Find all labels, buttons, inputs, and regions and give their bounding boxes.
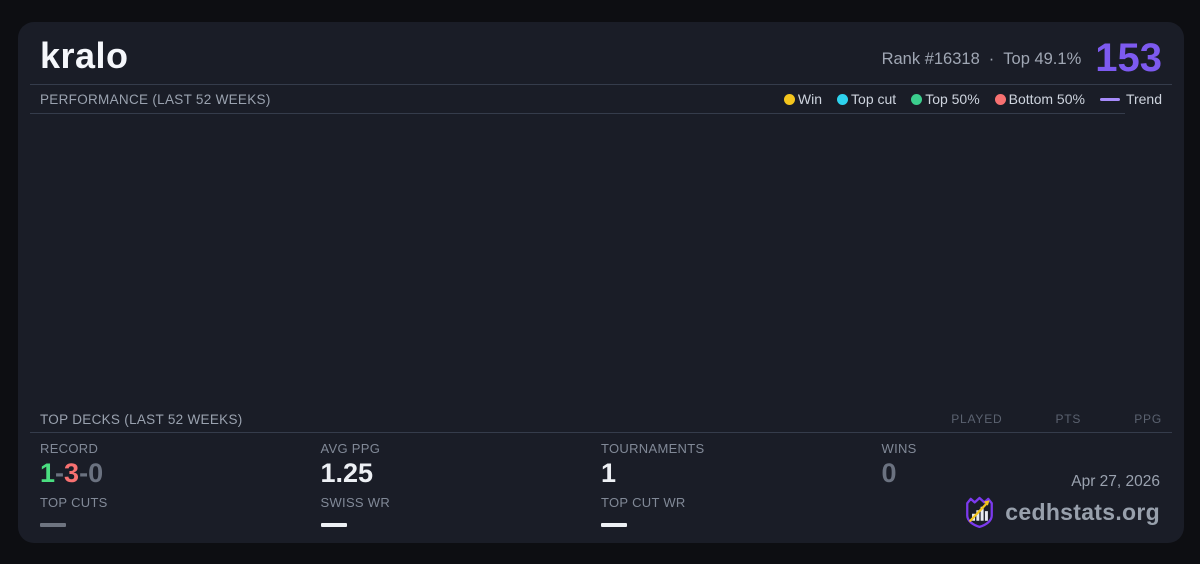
points-value: 153 [1095,36,1162,80]
swiss-wr-empty-value: — [320,523,347,528]
cedhstats-shield-logo-icon [966,496,994,529]
record-losses: 3 [64,458,80,488]
stat-record: RECORD 1-3-0 TOP CUTS — [40,441,321,532]
performance-chart [30,114,1172,406]
top-decks-header: TOP DECKS (LAST 52 WEEKS) PLAYED PTS PPG [30,406,1172,433]
record-separator: - [79,458,89,488]
player-name: kralo [40,35,129,76]
legend-item-trend: Trend [1099,91,1162,107]
record-value: 1-3-0 [40,459,321,487]
rank-separator: · [988,50,995,68]
player-stats-card: kralo Rank #16318 · Top 49.1% 153 PERFOR… [18,22,1184,543]
legend-label: Top cut [851,91,897,107]
stat-label: TOP CUTS [40,495,108,511]
top50-dot-icon [911,93,923,105]
avg-ppg-value: 1.25 [320,458,374,488]
chart-legend: Win Top cut Top 50% Bottom 50% Trend [783,91,1162,107]
top-cut-wr-empty-value: — [601,523,627,528]
legend-label: Bottom 50% [1008,91,1085,107]
win-dot-icon [783,93,795,105]
tournaments-value: 1 [601,458,617,488]
report-date: Apr 27, 2026 [1071,473,1160,490]
bottom50-dot-icon [994,93,1006,105]
stat-label: RECORD [40,441,99,456]
column-ppg: PPG [1134,412,1162,426]
stat-tournaments: TOURNAMENTS 1 TOP CUT WR — [601,441,882,532]
record-separator: - [55,458,65,488]
legend-item-bottom50: Bottom 50% [994,91,1085,107]
trend-line-icon [1099,97,1120,101]
brand-link[interactable]: cedhstats.org [962,494,1160,530]
brand-name: cedhstats.org [1005,498,1160,525]
performance-title: PERFORMANCE (LAST 52 WEEKS) [40,91,271,107]
top-cuts-empty-value: — [40,523,66,528]
legend-label: Top 50% [925,91,980,107]
rank-label: Rank #16318 [881,50,980,68]
card-footer: Apr 27, 2026 cedhstats.org [962,473,1160,530]
rank-line: Rank #16318 · Top 49.1% [882,50,1082,77]
legend-item-win: Win [783,91,823,107]
legend-label: Trend [1125,91,1162,107]
record-draws: 0 [88,458,104,488]
top-percent-label: Top 49.1% [1003,50,1082,68]
header-right: Rank #16318 · Top 49.1% 153 [882,36,1162,80]
record-wins: 1 [40,458,56,488]
column-played: PLAYED [951,412,1003,426]
column-pts: PTS [1055,412,1082,426]
card-header: kralo Rank #16318 · Top 49.1% 153 [30,22,1172,85]
stat-avg-ppg: AVG PPG 1.25 SWISS WR — [320,441,602,532]
legend-label: Win [797,91,823,107]
top-decks-columns: PLAYED PTS PPG [898,412,1162,426]
stat-label: TOP CUT WR [601,495,686,511]
stat-label: TOURNAMENTS [601,441,705,456]
stat-label: SWISS WR [320,495,391,511]
stat-label: WINS [881,441,917,456]
legend-item-top-cut: Top cut [837,91,896,107]
stat-label: AVG PPG [320,441,381,456]
top-decks-title: TOP DECKS (LAST 52 WEEKS) [40,411,243,427]
legend-item-top50: Top 50% [911,91,980,107]
performance-header: PERFORMANCE (LAST 52 WEEKS) Win Top cut … [30,85,1172,113]
top-cut-dot-icon [837,93,849,105]
